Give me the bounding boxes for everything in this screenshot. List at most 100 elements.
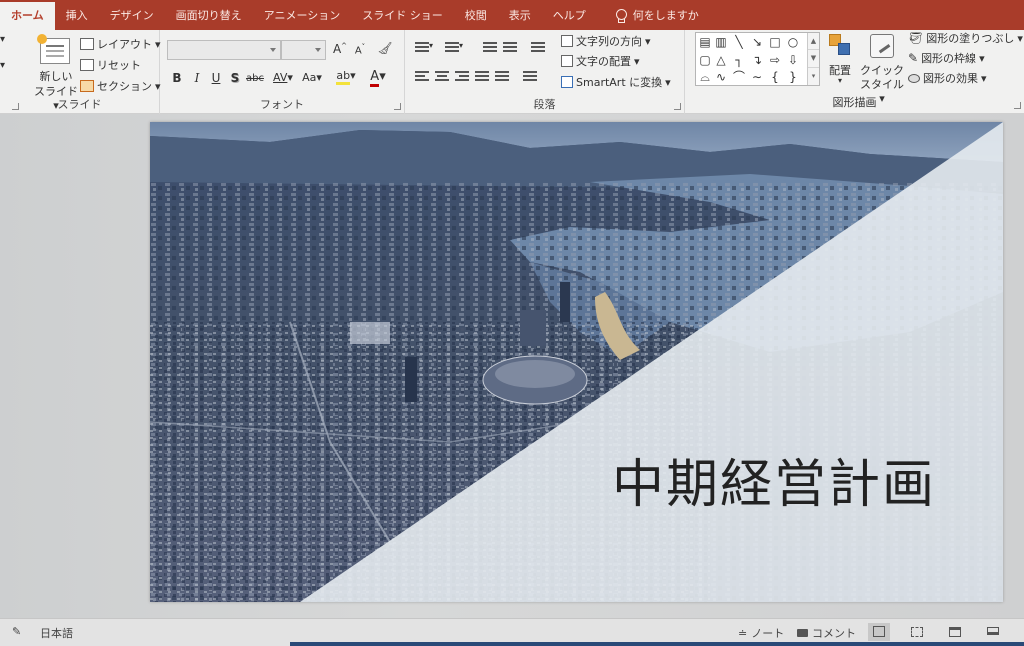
tab-review[interactable]: 校閲 bbox=[454, 2, 498, 30]
highlight-color-button[interactable]: ab▾ bbox=[334, 69, 358, 85]
gallery-scrollbar[interactable]: ▲ ▼ ▾ bbox=[807, 33, 819, 85]
arc-shape-icon[interactable]: ⌒ bbox=[732, 70, 746, 84]
align-text-button[interactable]: 文字の配置 ▾ bbox=[561, 53, 640, 69]
section-icon bbox=[80, 80, 94, 92]
elbow-arrow-shape-icon[interactable]: ↴ bbox=[750, 53, 764, 67]
pen-icon: ✎ bbox=[908, 51, 919, 65]
comments-button[interactable]: コメント bbox=[797, 625, 856, 641]
scribble-shape-icon[interactable]: ∿ bbox=[714, 70, 728, 84]
paragraph-launcher-icon[interactable] bbox=[674, 103, 681, 110]
vertical-textbox-shape-icon[interactable]: ▥ bbox=[714, 35, 728, 49]
slide-sorter-icon bbox=[911, 627, 923, 637]
layout-button[interactable]: レイアウト ▾ bbox=[80, 36, 161, 52]
spellcheck-icon[interactable]: ✎ bbox=[12, 625, 21, 638]
shape-outline-button[interactable]: ✎ 図形の枠線 ▾ bbox=[908, 50, 985, 66]
bullets-dropdown[interactable]: ▾ bbox=[429, 41, 433, 50]
normal-view-button[interactable] bbox=[868, 623, 890, 641]
tab-transitions[interactable]: 画面切り替え bbox=[165, 2, 253, 30]
elbow-connector-shape-icon[interactable]: ┐ bbox=[732, 53, 746, 67]
notes-label: ノート bbox=[751, 627, 785, 640]
tab-help[interactable]: ヘルプ bbox=[542, 2, 597, 30]
comments-label: コメント bbox=[812, 627, 856, 640]
shadow-button[interactable]: S bbox=[226, 71, 244, 85]
new-slide-button[interactable]: 新しい スライド ▾ bbox=[32, 34, 80, 112]
align-center-icon[interactable] bbox=[435, 71, 449, 82]
bold-button[interactable]: B bbox=[168, 71, 186, 85]
tell-me-box[interactable]: 何をしますか bbox=[597, 2, 710, 30]
reading-view-button[interactable] bbox=[944, 623, 966, 641]
grow-font-button[interactable]: A^ bbox=[331, 42, 349, 56]
align-right-icon[interactable] bbox=[455, 71, 469, 82]
shape-effects-button[interactable]: 図形の効果 ▾ bbox=[908, 70, 987, 86]
char-spacing-button[interactable]: AV▾ bbox=[268, 71, 298, 84]
triangle-shape-icon[interactable]: △ bbox=[714, 53, 728, 67]
decrease-indent-icon[interactable] bbox=[483, 42, 497, 53]
text-direction-label: 文字列の方向 bbox=[576, 35, 642, 48]
underline-button[interactable]: U bbox=[207, 71, 225, 85]
slide-editing-area: 中期経営計画 bbox=[0, 114, 1024, 618]
notes-icon: ≐ bbox=[738, 626, 748, 640]
freeform-shape-icon[interactable]: ⌓ bbox=[698, 70, 712, 84]
curve-shape-icon[interactable]: ∼ bbox=[750, 70, 764, 84]
rectangle-shape-icon[interactable]: □ bbox=[768, 35, 782, 49]
gallery-down-icon[interactable]: ▼ bbox=[808, 50, 819, 68]
clear-formatting-icon[interactable]: 🧹︎ bbox=[376, 41, 394, 55]
left-brace-shape-icon[interactable]: { bbox=[768, 70, 782, 84]
quick-styles-button[interactable]: クイック スタイル ▾ bbox=[860, 32, 904, 105]
smartart-button[interactable]: SmartArt に変換 ▾ bbox=[561, 74, 671, 90]
tab-design[interactable]: デザイン bbox=[99, 2, 165, 30]
line-spacing-icon[interactable] bbox=[531, 42, 545, 53]
section-button[interactable]: セクション ▾ bbox=[80, 78, 161, 94]
line-shape-icon[interactable]: ╲ bbox=[732, 35, 746, 49]
numbering-icon[interactable] bbox=[445, 42, 459, 53]
lightbulb-icon bbox=[615, 9, 627, 23]
oval-shape-icon[interactable]: ○ bbox=[786, 35, 800, 49]
shapes-gallery[interactable]: ▤ ▥ ╲ ↘ □ ○ ▢ △ ┐ ↴ ⇨ ⇩ ⌓ ∿ ⌒ ∼ { } ▲ ▼ … bbox=[695, 32, 820, 86]
gallery-up-icon[interactable]: ▲ bbox=[808, 33, 819, 51]
arrange-dropdown-icon: ▾ bbox=[837, 76, 842, 85]
shrink-font-button[interactable]: A˅ bbox=[351, 43, 369, 56]
gallery-more-icon[interactable]: ▾ bbox=[808, 68, 819, 85]
tab-home[interactable]: ホーム bbox=[0, 2, 55, 30]
shape-effects-label: 図形の効果 bbox=[923, 72, 978, 85]
arrange-button[interactable]: 配置 ▾ bbox=[823, 32, 857, 94]
align-left-icon[interactable] bbox=[415, 71, 429, 82]
slide-sorter-view-button[interactable] bbox=[906, 623, 928, 641]
textbox-shape-icon[interactable]: ▤ bbox=[698, 35, 712, 49]
distributed-icon[interactable] bbox=[495, 71, 509, 82]
font-name-combo[interactable] bbox=[167, 40, 281, 60]
slide-canvas[interactable]: 中期経営計画 bbox=[150, 122, 1003, 602]
clipboard-launcher-icon[interactable] bbox=[12, 103, 19, 110]
bullets-icon[interactable] bbox=[415, 42, 429, 53]
font-size-combo[interactable] bbox=[281, 40, 326, 60]
paste-remnant[interactable]: ▾ bbox=[0, 34, 5, 45]
notes-button[interactable]: ≐ ノート bbox=[738, 625, 784, 641]
tab-view[interactable]: 表示 bbox=[498, 2, 542, 30]
font-launcher-icon[interactable] bbox=[394, 103, 401, 110]
arrow-line-shape-icon[interactable]: ↘ bbox=[750, 35, 764, 49]
italic-button[interactable]: I bbox=[188, 71, 206, 85]
right-brace-shape-icon[interactable]: } bbox=[786, 70, 800, 84]
font-color-button[interactable]: A▾ bbox=[366, 69, 390, 87]
clipboard-remnant[interactable]: ▾ bbox=[0, 60, 5, 71]
numbering-dropdown[interactable]: ▾ bbox=[459, 41, 463, 50]
rounded-rect-shape-icon[interactable]: ▢ bbox=[698, 53, 712, 67]
slideshow-view-button[interactable] bbox=[982, 623, 1004, 641]
tab-insert[interactable]: 挿入 bbox=[55, 2, 99, 30]
slide-title[interactable]: 中期経営計画 bbox=[612, 442, 936, 517]
text-direction-button[interactable]: 文字列の方向 ▾ bbox=[561, 33, 651, 49]
drawing-launcher-icon[interactable] bbox=[1014, 102, 1021, 109]
down-arrow-shape-icon[interactable]: ⇩ bbox=[786, 53, 800, 67]
shape-fill-button[interactable]: 🪣︎ 図形の塗りつぶし ▾ bbox=[908, 30, 1023, 46]
right-arrow-shape-icon[interactable]: ⇨ bbox=[768, 53, 782, 67]
language-indicator[interactable]: 日本語 bbox=[40, 625, 73, 641]
tell-me-label: 何をしますか bbox=[632, 9, 699, 22]
tab-slideshow[interactable]: スライド ショー bbox=[351, 2, 454, 30]
columns-icon[interactable] bbox=[523, 71, 537, 82]
tab-animations[interactable]: アニメーション bbox=[253, 2, 352, 30]
change-case-button[interactable]: Aa▾ bbox=[298, 71, 326, 84]
justify-icon[interactable] bbox=[475, 71, 489, 82]
increase-indent-icon[interactable] bbox=[503, 42, 517, 53]
reset-button[interactable]: リセット bbox=[80, 57, 141, 73]
strikethrough-button[interactable]: abc bbox=[244, 73, 266, 84]
